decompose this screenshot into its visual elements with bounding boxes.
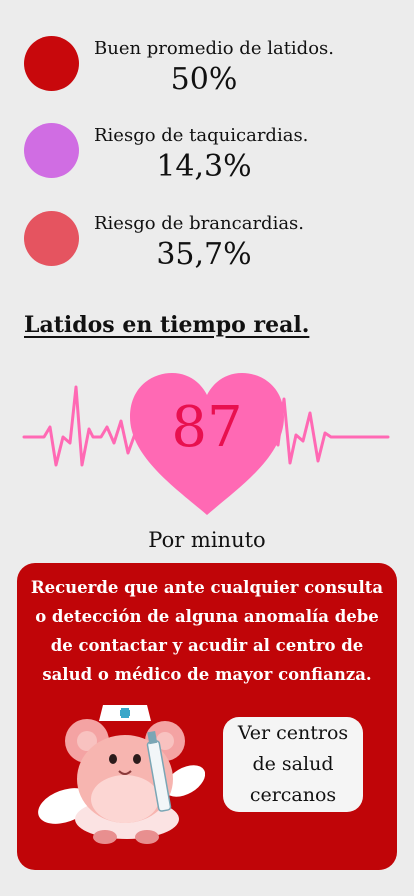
stat-label: Riesgo de brancardias. [94,213,305,234]
nearby-health-centers-button[interactable]: Ver centros de salud cercanos [223,717,363,812]
stat-label: Buen promedio de latidos. [94,38,335,59]
health-notice-card: Recuerde que ante cualquier consulta o d… [17,563,397,870]
stat-label: Riesgo de taquicardias. [94,125,309,146]
realtime-section-title: Latidos en tiempo real. [24,312,310,338]
stat-value: 50% [170,62,238,97]
stat-value: 14,3% [156,149,252,184]
good-average-color-dot [24,36,79,91]
stat-bradycardia-risk: Riesgo de brancardias. 35,7% [0,211,414,291]
stat-tachycardia-risk: Riesgo de taquicardias. 14,3% [0,123,414,203]
stat-good-average: Buen promedio de latidos. 50% [0,36,414,116]
heart-rate-unit: Por minuto [148,528,266,552]
stat-value: 35,7% [156,237,252,272]
nurse-mascot-illustration [38,705,205,844]
heart-rate-value: 87 [171,395,243,460]
health-notice-text: Recuerde que ante cualquier consulta o d… [30,578,384,684]
bradycardia-color-dot [24,211,79,266]
nearby-health-centers-label: Ver centros de salud cercanos [237,722,349,806]
tachycardia-color-dot [24,123,79,178]
